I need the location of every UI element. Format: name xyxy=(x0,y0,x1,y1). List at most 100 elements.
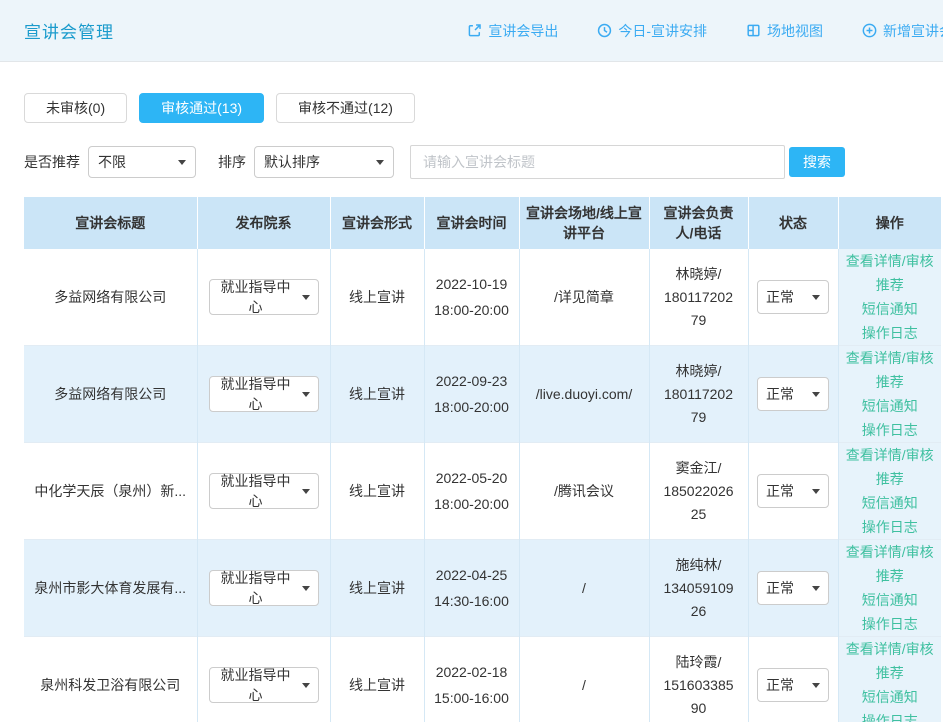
time-cell: 2022-04-2514:30-16:00 xyxy=(424,540,519,637)
chevron-down-icon xyxy=(178,160,186,165)
clock-icon xyxy=(596,22,613,39)
status-select[interactable]: 正常 xyxy=(757,377,829,411)
status-select[interactable]: 正常 xyxy=(757,571,829,605)
status-tabs: 未审核(0) 审核通过(13) 审核不通过(12) xyxy=(24,93,943,123)
department-cell: 就业指导中心 xyxy=(197,637,330,722)
col-header-form: 宣讲会形式 xyxy=(330,197,424,249)
table-row: 多益网络有限公司 就业指导中心 线上宣讲 2022-09-2318:00-20:… xyxy=(24,346,941,443)
action-sms-notify[interactable]: 短信通知 xyxy=(844,588,937,612)
chevron-down-icon xyxy=(302,586,310,591)
action-view-detail-audit[interactable]: 查看详情/审核 xyxy=(844,637,937,661)
plus-circle-icon xyxy=(861,22,878,39)
action-sms-notify[interactable]: 短信通知 xyxy=(844,685,937,709)
export-icon xyxy=(466,22,483,39)
talk-title-cell: 中化学天辰（泉州）新... xyxy=(24,443,197,540)
form-cell: 线上宣讲 xyxy=(330,637,424,722)
status-select[interactable]: 正常 xyxy=(757,280,829,314)
recommend-select-value: 不限 xyxy=(98,152,126,172)
status-select-value: 正常 xyxy=(766,578,794,598)
status-cell: 正常 xyxy=(748,443,838,540)
tab-unreviewed[interactable]: 未审核(0) xyxy=(24,93,127,123)
contact-cell: 窦金江/ 18502202625 xyxy=(649,443,748,540)
action-recommend[interactable]: 推荐 xyxy=(844,661,937,685)
contact-cell: 林晓婷/ 18011720279 xyxy=(649,346,748,443)
status-select-value: 正常 xyxy=(766,287,794,307)
action-operation-log[interactable]: 操作日志 xyxy=(844,321,937,345)
status-select[interactable]: 正常 xyxy=(757,668,829,702)
action-operation-log[interactable]: 操作日志 xyxy=(844,515,937,539)
search-button[interactable]: 搜索 xyxy=(789,147,845,177)
department-cell: 就业指导中心 xyxy=(197,540,330,637)
action-operation-log[interactable]: 操作日志 xyxy=(844,418,937,442)
col-header-title: 宣讲会标题 xyxy=(24,197,197,249)
chevron-down-icon xyxy=(302,683,310,688)
action-recommend[interactable]: 推荐 xyxy=(844,370,937,394)
add-presentation-link[interactable]: 新增宣讲会 xyxy=(861,21,943,41)
actions-cell: 查看详情/审核 推荐 短信通知 操作日志 xyxy=(838,637,941,722)
action-sms-notify[interactable]: 短信通知 xyxy=(844,491,937,515)
venue-cell: /live.duoyi.com/ xyxy=(519,346,649,443)
action-sms-notify[interactable]: 短信通知 xyxy=(844,394,937,418)
page-title: 宣讲会管理 xyxy=(24,18,114,43)
action-operation-log[interactable]: 操作日志 xyxy=(844,612,937,636)
department-select[interactable]: 就业指导中心 xyxy=(209,376,319,412)
action-operation-log[interactable]: 操作日志 xyxy=(844,709,937,722)
status-cell: 正常 xyxy=(748,637,838,722)
status-select[interactable]: 正常 xyxy=(757,474,829,508)
recommend-select[interactable]: 不限 xyxy=(88,146,196,178)
talk-title-cell: 泉州市影大体育发展有... xyxy=(24,540,197,637)
today-schedule-label: 今日-宣讲安排 xyxy=(618,21,707,41)
export-link-label: 宣讲会导出 xyxy=(488,21,558,41)
search-input[interactable] xyxy=(410,145,785,179)
form-cell: 线上宣讲 xyxy=(330,540,424,637)
action-recommend[interactable]: 推荐 xyxy=(844,467,937,491)
chevron-down-icon xyxy=(302,295,310,300)
table-row: 多益网络有限公司 就业指导中心 线上宣讲 2022-10-1918:00-20:… xyxy=(24,249,941,346)
recommend-filter-label: 是否推荐 xyxy=(24,152,80,172)
status-cell: 正常 xyxy=(748,346,838,443)
tab-rejected[interactable]: 审核不通过(12) xyxy=(276,93,415,123)
department-select[interactable]: 就业指导中心 xyxy=(209,667,319,703)
sort-select[interactable]: 默认排序 xyxy=(254,146,394,178)
department-select-value: 就业指导中心 xyxy=(218,471,294,511)
col-header-status: 状态 xyxy=(748,197,838,249)
contact-cell: 陆玲霞/ 15160338590 xyxy=(649,637,748,722)
actions-cell: 查看详情/审核 推荐 短信通知 操作日志 xyxy=(838,249,941,346)
talk-title-cell: 多益网络有限公司 xyxy=(24,346,197,443)
venue-cell: / xyxy=(519,637,649,722)
department-select[interactable]: 就业指导中心 xyxy=(209,570,319,606)
form-cell: 线上宣讲 xyxy=(330,443,424,540)
sort-filter-label: 排序 xyxy=(218,152,246,172)
actions-cell: 查看详情/审核 推荐 短信通知 操作日志 xyxy=(838,346,941,443)
department-select-value: 就业指导中心 xyxy=(218,277,294,317)
action-view-detail-audit[interactable]: 查看详情/审核 xyxy=(844,443,937,467)
page-header: 宣讲会管理 宣讲会导出 今日-宣讲安排 xyxy=(0,0,943,62)
chevron-down-icon xyxy=(812,392,820,397)
status-select-value: 正常 xyxy=(766,675,794,695)
chevron-down-icon xyxy=(812,683,820,688)
actions-cell: 查看详情/审核 推荐 短信通知 操作日志 xyxy=(838,540,941,637)
action-view-detail-audit[interactable]: 查看详情/审核 xyxy=(844,540,937,564)
department-select[interactable]: 就业指导中心 xyxy=(209,473,319,509)
action-view-detail-audit[interactable]: 查看详情/审核 xyxy=(844,249,937,273)
department-cell: 就业指导中心 xyxy=(197,346,330,443)
export-presentations-link[interactable]: 宣讲会导出 xyxy=(466,21,558,41)
add-presentation-label: 新增宣讲会 xyxy=(883,21,943,41)
department-select[interactable]: 就业指导中心 xyxy=(209,279,319,315)
action-recommend[interactable]: 推荐 xyxy=(844,564,937,588)
action-recommend[interactable]: 推荐 xyxy=(844,273,937,297)
table-row: 泉州市影大体育发展有... 就业指导中心 线上宣讲 2022-04-2514:3… xyxy=(24,540,941,637)
chevron-down-icon xyxy=(812,489,820,494)
time-cell: 2022-02-1815:00-16:00 xyxy=(424,637,519,722)
action-view-detail-audit[interactable]: 查看详情/审核 xyxy=(844,346,937,370)
status-select-value: 正常 xyxy=(766,384,794,404)
time-cell: 2022-09-2318:00-20:00 xyxy=(424,346,519,443)
venue-cell: /腾讯会议 xyxy=(519,443,649,540)
venue-view-link[interactable]: 场地视图 xyxy=(745,21,823,41)
table-header-row: 宣讲会标题 发布院系 宣讲会形式 宣讲会时间 宣讲会场地/线上宣讲平台 宣讲会负… xyxy=(24,197,941,249)
col-header-actions: 操作 xyxy=(838,197,941,249)
action-sms-notify[interactable]: 短信通知 xyxy=(844,297,937,321)
tab-approved[interactable]: 审核通过(13) xyxy=(139,93,264,123)
venue-view-label: 场地视图 xyxy=(767,21,823,41)
today-schedule-link[interactable]: 今日-宣讲安排 xyxy=(596,21,707,41)
